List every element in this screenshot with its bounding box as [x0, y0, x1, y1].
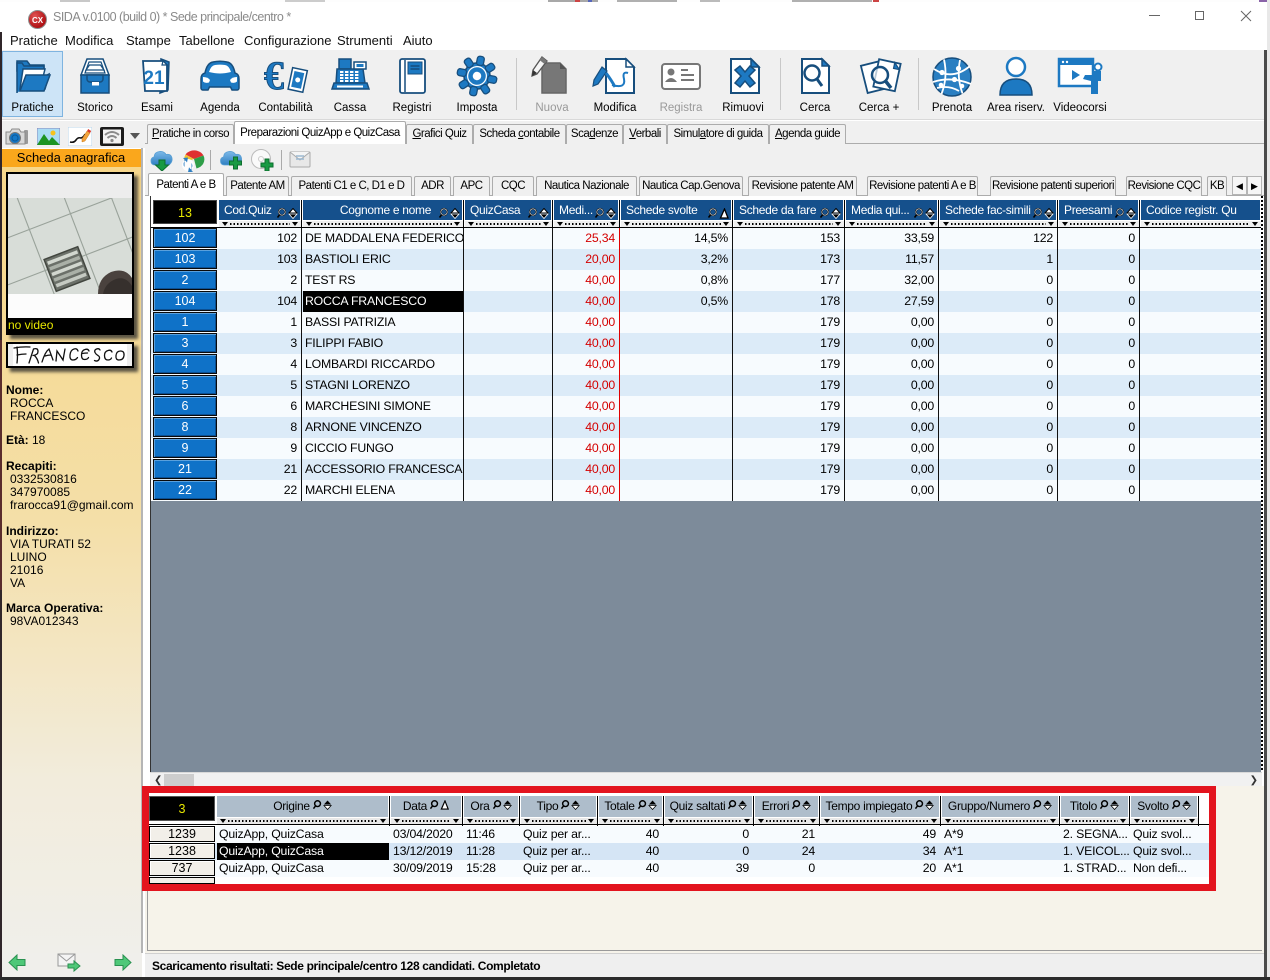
- svg-text:21: 21: [143, 68, 165, 89]
- svg-text:€: €: [264, 55, 284, 97]
